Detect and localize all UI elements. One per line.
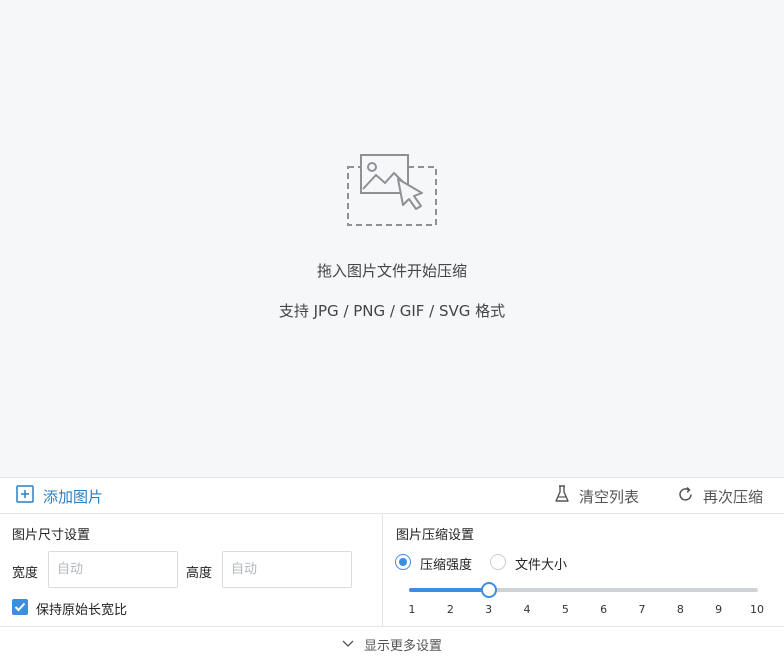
supported-formats: 支持 JPG / PNG / GIF / SVG 格式 (278, 302, 506, 320)
clear-list-label: 清空列表 (579, 487, 640, 506)
recompress-button[interactable]: 再次压缩 (677, 478, 763, 514)
slider-fill (409, 588, 489, 592)
slider-thumb[interactable] (480, 582, 497, 598)
slider-tick-label: 9 (715, 603, 723, 616)
settings-area: 图片尺寸设置 宽度 高度 保持原始长宽比 图片压缩设置 压缩强度 文件大小 1 2… (0, 514, 784, 626)
refresh-icon (677, 486, 703, 507)
width-label: 宽度 (12, 566, 39, 581)
slider-tick-label: 1 (408, 603, 416, 616)
slider-tick-label: 2 (446, 603, 454, 616)
height-input[interactable] (222, 551, 352, 588)
keep-ratio-checkbox[interactable] (12, 599, 28, 615)
size-settings-title: 图片尺寸设置 (12, 528, 91, 543)
add-image-label: 添加图片 (43, 487, 104, 506)
drop-instruction: 拖入图片文件开始压缩 (316, 262, 467, 280)
add-image-button[interactable]: 添加图片 (16, 478, 103, 514)
chevron-down-icon (342, 637, 364, 652)
show-more-label: 显示更多设置 (363, 638, 442, 654)
plus-square-icon (16, 485, 43, 507)
slider-tick-label: 4 (523, 603, 531, 616)
keep-ratio-label[interactable]: 保持原始长宽比 (36, 599, 127, 618)
width-input[interactable] (48, 551, 178, 588)
compress-strength-label[interactable]: 压缩强度 (420, 554, 472, 573)
check-icon (14, 602, 26, 612)
compress-settings-title: 图片压缩设置 (396, 528, 475, 543)
slider-tick-label: 5 (561, 603, 569, 616)
radio-compress-strength[interactable] (395, 554, 411, 570)
radio-file-size[interactable] (490, 554, 506, 570)
slider-tick-label: 10 (750, 603, 764, 616)
flask-icon (554, 485, 579, 507)
drop-zone[interactable]: 拖入图片文件开始压缩 支持 JPG / PNG / GIF / SVG 格式 (0, 0, 784, 477)
size-settings-panel: 图片尺寸设置 宽度 高度 保持原始长宽比 (0, 514, 383, 626)
show-more-settings-button[interactable]: 显示更多设置 (0, 626, 784, 661)
slider-tick-label: 3 (485, 603, 493, 616)
toolbar: 添加图片 清空列表 再次压缩 (0, 477, 784, 514)
slider-tick-label: 7 (638, 603, 646, 616)
image-upload-icon (346, 153, 438, 227)
recompress-label: 再次压缩 (703, 487, 764, 506)
slider-tick-label: 6 (600, 603, 608, 616)
clear-list-button[interactable]: 清空列表 (554, 478, 639, 514)
compress-settings-panel: 图片压缩设置 压缩强度 文件大小 1 2 3 4 5 6 7 8 9 10 (383, 514, 784, 626)
height-label: 高度 (186, 566, 213, 581)
file-size-label[interactable]: 文件大小 (515, 554, 567, 573)
slider-tick-label: 8 (676, 603, 684, 616)
compression-slider[interactable] (409, 580, 758, 600)
